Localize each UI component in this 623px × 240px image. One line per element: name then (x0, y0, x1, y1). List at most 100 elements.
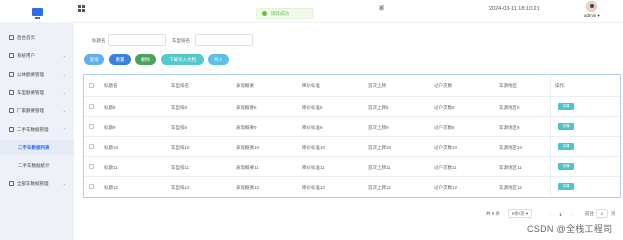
user-menu[interactable]: admin ▾ (584, 13, 600, 19)
table-cell: 车源地区12 (499, 185, 523, 190)
pagination-total: 共 5 条 (486, 210, 501, 216)
goto-suffix: 页 (611, 210, 616, 216)
sidebar-item-used-car[interactable]: 二手车数据管理 ⌃ (0, 122, 74, 137)
search-label-title: 标题名 (92, 38, 106, 43)
chevron-down-icon: ⌄ (62, 72, 66, 77)
page-size-select[interactable]: 5条/页 ▾ (508, 209, 532, 218)
table-cell: 首次上牌11 (368, 165, 391, 170)
table-cell: 过户次数9 (434, 125, 455, 130)
row-checkbox[interactable] (89, 184, 94, 189)
sidebar-item-label: 后台首页 (17, 34, 35, 40)
table-cell: 标题9 (104, 125, 116, 130)
car-model-search-input[interactable] (195, 34, 253, 46)
operations-column-divider (550, 75, 621, 197)
next-page-button[interactable]: › (569, 210, 576, 218)
chevron-down-icon: ⌄ (62, 90, 66, 95)
sidebar-item-system-users[interactable]: 系统用户 ⌄ (0, 48, 74, 63)
sidebar-item-label: 系统用户 (17, 52, 35, 58)
import-button[interactable]: 导入 (208, 54, 229, 65)
reset-button[interactable]: 重置 (109, 54, 131, 65)
chevron-down-icon: ⌄ (62, 108, 66, 113)
header-cell: 过户次数 (434, 83, 452, 88)
table-cell: 标题8 (104, 105, 116, 110)
table-row: 标题10 车型排10 表现概要10 降价标准10 首次上牌10 过户次数10 车… (84, 137, 620, 157)
goto-page-input[interactable]: 1 (596, 209, 608, 218)
table-cell: 表现概要9 (236, 125, 257, 130)
table-cell: 首次上牌10 (368, 145, 392, 150)
table-cell: 车型排12 (171, 185, 190, 190)
header-cell: 车源地区 (499, 83, 517, 88)
table-cell: 车型排11 (171, 165, 190, 170)
chevron-down-icon: ⌄ (62, 53, 66, 58)
header-cell: 首次上牌 (368, 83, 386, 88)
table-cell: 过户次数8 (434, 105, 455, 110)
sidebar-item-label: 全部车数据管理 (17, 180, 49, 186)
table-cell: 降价标准10 (302, 145, 326, 150)
sidebar-item-label: 公休额要管理 (17, 71, 44, 77)
table-cell: 车源地区9 (499, 125, 520, 130)
table-cell: 标题11 (104, 165, 118, 170)
sidebar-item-home[interactable]: 后台首页 (0, 30, 74, 45)
sidebar-item-manufacturer[interactable]: 厂家额要管理 ⌄ (0, 103, 74, 118)
table-cell: 车源地区10 (499, 145, 523, 150)
menu-grid-icon[interactable] (78, 5, 85, 12)
table-cell: 降价标准12 (302, 185, 326, 190)
table-row: 标题11 车型排11 表现概要11 降价标准11 首次上牌11 过户次数11 车… (84, 157, 620, 177)
download-template-button[interactable]: 下载导入文档 (161, 54, 204, 65)
table-cell: 标题10 (104, 145, 119, 150)
toast-text: 操作成功 (271, 10, 289, 16)
sidebar-item-label: 车型额要管理 (17, 89, 44, 95)
header-cell: 标题名 (104, 83, 118, 88)
header-text: 那 (379, 6, 385, 12)
doc-icon (9, 72, 14, 77)
table-cell: 车型排9 (171, 125, 188, 130)
current-datetime: 2024-03-11 18:10:21 (489, 6, 540, 12)
sidebar-item-used-car-list[interactable]: 二手车数据列表 (0, 140, 74, 155)
top-bar: 操作成功 那 2024-03-11 18:10:21 admin ▾ (0, 0, 623, 23)
table-cell: 首次上牌9 (368, 125, 389, 130)
avatar[interactable] (586, 1, 597, 12)
table-cell: 表现概要11 (236, 165, 259, 170)
table-cell: 降价标准11 (302, 165, 325, 170)
row-checkbox[interactable] (89, 124, 94, 129)
chevron-down-icon: ⌄ (62, 181, 66, 186)
table-cell: 车型排8 (171, 105, 188, 110)
table-cell: 车源地区8 (499, 105, 520, 110)
data-table: 标题名 车型排名 表现概要 降价标准 首次上牌 过户次数 车源地区 操作 标题8… (83, 74, 621, 198)
success-toast: 操作成功 (256, 8, 314, 19)
goto-label: 前往 (585, 210, 594, 216)
table-cell: 表现概要12 (236, 185, 260, 190)
table-cell: 过户次数12 (434, 185, 458, 190)
table-cell: 车源地区11 (499, 165, 522, 170)
row-checkbox[interactable] (89, 104, 94, 109)
table-cell: 车型排10 (171, 145, 190, 150)
row-checkbox[interactable] (89, 164, 94, 169)
table-cell: 过户次数11 (434, 165, 457, 170)
doc-icon (9, 108, 14, 113)
sidebar-item-public[interactable]: 公休额要管理 ⌄ (0, 67, 74, 82)
sidebar-item-label: 二手车数据列表 (18, 144, 50, 150)
prev-page-button[interactable]: ‹ (547, 210, 554, 218)
sidebar-item-used-car-stats[interactable]: 二手车数据统计 (0, 158, 74, 173)
header-cell: 降价标准 (302, 83, 320, 88)
monitor-icon (31, 7, 43, 19)
check-circle-icon (262, 11, 267, 16)
table-row: 标题8 车型排8 表现概要8 降价标准8 首次上牌8 过户次数8 车源地区8 详… (84, 97, 620, 117)
doc-icon (9, 90, 14, 95)
logo[interactable] (0, 0, 74, 23)
sidebar-item-car-model[interactable]: 车型额要管理 ⌄ (0, 85, 74, 100)
row-checkbox[interactable] (89, 144, 94, 149)
title-search-input[interactable] (108, 34, 166, 46)
chevron-up-icon: ⌃ (62, 127, 66, 132)
sidebar-item-label: 二手车数据管理 (17, 126, 49, 132)
page-number-current[interactable]: 1 (557, 210, 564, 218)
sidebar-item-all-car[interactable]: 全部车数据管理 ⌄ (0, 176, 74, 191)
sidebar: 后台首页 系统用户 ⌄ 公休额要管理 ⌄ 车型额要管理 ⌄ 厂家额要管理 ⌄ 二… (0, 23, 74, 240)
sidebar-item-label: 厂家额要管理 (17, 107, 44, 113)
select-all-checkbox[interactable] (89, 83, 94, 88)
delete-button[interactable]: 删除 (135, 54, 156, 65)
user-icon (9, 53, 14, 58)
header-cell: 车型排名 (171, 83, 189, 88)
table-cell: 表现概要10 (236, 145, 260, 150)
query-button[interactable]: 查询 (84, 54, 104, 65)
